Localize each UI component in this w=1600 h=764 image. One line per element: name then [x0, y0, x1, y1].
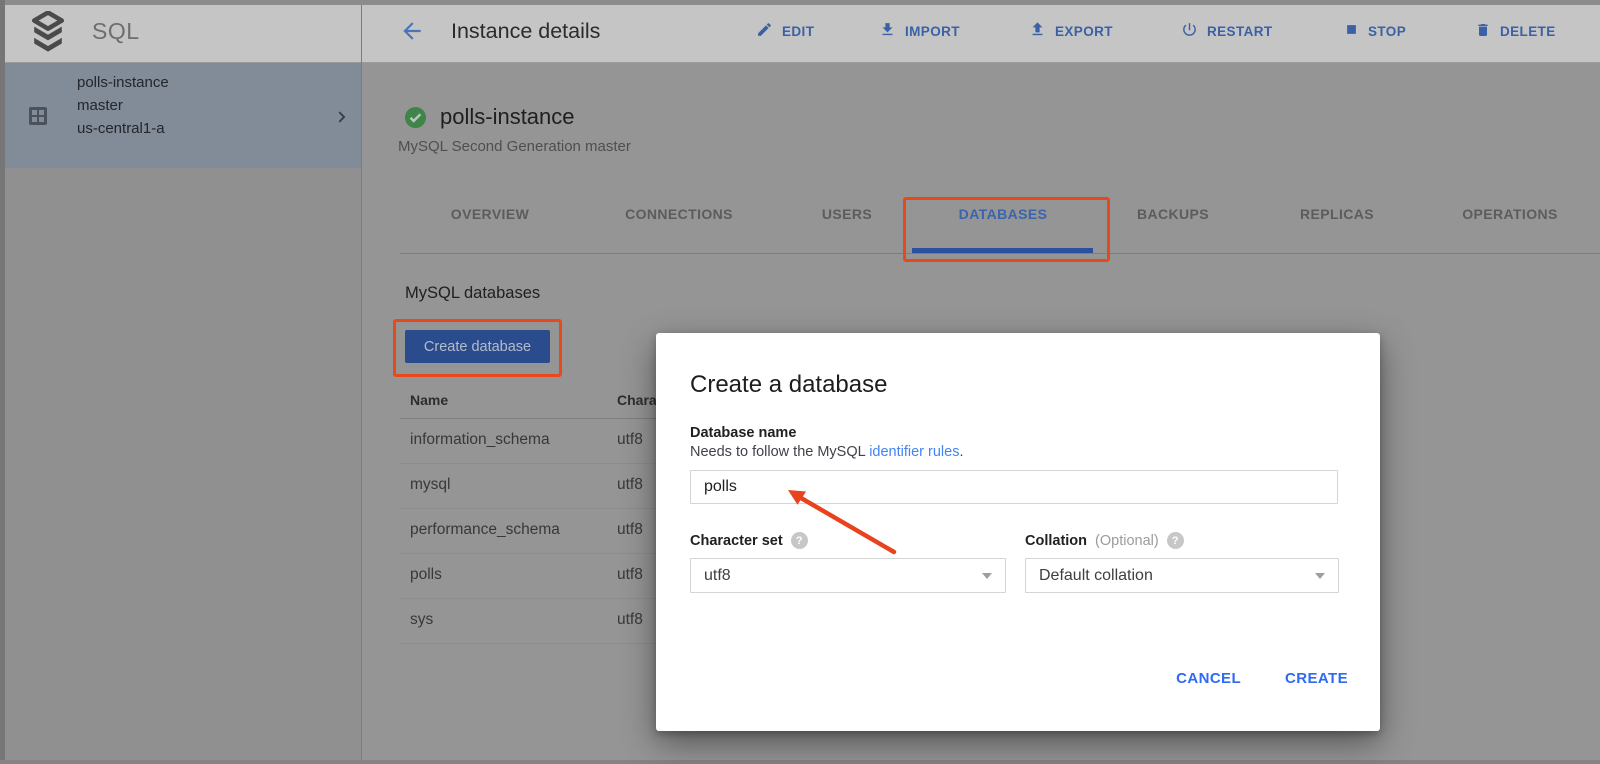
power-icon — [1181, 21, 1198, 41]
instance-labels: polls-instance master us-central1-a — [77, 71, 169, 140]
download-tray-icon — [879, 21, 896, 41]
sidebar-divider — [361, 0, 362, 764]
create-database-dialog: Create a database Database name Needs to… — [656, 333, 1380, 731]
annotation-box-databases-tab — [903, 197, 1110, 262]
table-row[interactable]: performance_schema utf8 — [400, 509, 700, 554]
table-row[interactable]: mysql utf8 — [400, 464, 700, 509]
instance-grid-icon — [28, 106, 48, 131]
help-circle-icon[interactable]: ? — [791, 532, 808, 549]
delete-button-label: DELETE — [1500, 24, 1556, 39]
collation-value: Default collation — [1039, 567, 1315, 585]
db-name-cell: polls — [410, 566, 442, 584]
export-button[interactable]: EXPORT — [1029, 0, 1113, 62]
sidebar: polls-instance master us-central1-a — [0, 63, 361, 764]
instance-title: polls-instance — [440, 104, 575, 130]
create-button[interactable]: CREATE — [1285, 670, 1348, 687]
charset-label-text: Character set — [690, 533, 783, 549]
arrow-back-icon — [399, 32, 425, 47]
edit-button[interactable]: EDIT — [756, 0, 814, 62]
stop-square-icon — [1344, 22, 1359, 40]
collation-dropdown[interactable]: Default collation — [1025, 558, 1339, 593]
charset-dropdown[interactable]: utf8 — [690, 558, 1006, 593]
section-heading: MySQL databases — [405, 284, 540, 303]
export-button-label: EXPORT — [1055, 24, 1113, 39]
app-header: SQL Instance details EDIT IMPORT — [0, 0, 1600, 63]
db-charset-cell: utf8 — [617, 431, 643, 449]
db-charset-cell: utf8 — [617, 521, 643, 539]
help-circle-icon[interactable]: ? — [1167, 532, 1184, 549]
dialog-buttons: CANCEL CREATE — [1176, 670, 1348, 687]
restart-button[interactable]: RESTART — [1181, 0, 1273, 62]
screen: SQL Instance details EDIT IMPORT — [0, 0, 1600, 764]
tab-connections[interactable]: CONNECTIONS — [625, 206, 733, 222]
screenshot-bottom-edge — [0, 760, 1600, 764]
charset-label: Character set ? — [690, 532, 808, 549]
stop-button-label: STOP — [1368, 24, 1406, 39]
db-name-cell: performance_schema — [410, 521, 560, 539]
annotation-box-create-database — [393, 319, 562, 377]
chevron-down-icon — [1315, 573, 1325, 579]
tab-users[interactable]: USERS — [822, 206, 872, 222]
db-charset-cell: utf8 — [617, 611, 643, 629]
collation-optional-note: (Optional) — [1095, 533, 1159, 549]
table-row[interactable]: sys utf8 — [400, 599, 700, 644]
import-button-label: IMPORT — [905, 24, 960, 39]
upload-tray-icon — [1029, 21, 1046, 41]
delete-button[interactable]: DELETE — [1475, 0, 1556, 62]
instance-role: master — [77, 94, 169, 117]
instance-name: polls-instance — [77, 71, 169, 94]
table-row[interactable]: information_schema utf8 — [400, 419, 700, 464]
collation-label: Collation (Optional) ? — [1025, 532, 1184, 549]
stop-button[interactable]: STOP — [1344, 0, 1406, 62]
db-name-cell: sys — [410, 611, 433, 629]
database-name-hint: Needs to follow the MySQL identifier rul… — [690, 444, 963, 460]
tab-operations[interactable]: OPERATIONS — [1462, 206, 1558, 222]
identifier-rules-link[interactable]: identifier rules — [869, 444, 959, 460]
product-name: SQL — [92, 0, 140, 62]
tab-overview[interactable]: OVERVIEW — [451, 206, 529, 222]
hint-period: . — [959, 444, 963, 460]
charset-value: utf8 — [704, 567, 982, 585]
import-button[interactable]: IMPORT — [879, 0, 960, 62]
db-name-cell: information_schema — [410, 431, 550, 449]
screenshot-top-edge — [0, 0, 1600, 5]
chevron-right-icon — [331, 104, 353, 135]
tab-backups[interactable]: BACKUPS — [1137, 206, 1209, 222]
dialog-title: Create a database — [690, 371, 887, 399]
database-name-input[interactable] — [690, 470, 1338, 504]
check-circle-icon — [404, 106, 427, 134]
back-button[interactable] — [398, 18, 426, 46]
hint-text: Needs to follow the MySQL — [690, 444, 869, 460]
screenshot-left-edge — [0, 0, 5, 764]
page-title: Instance details — [451, 0, 600, 62]
chevron-down-icon — [982, 573, 992, 579]
db-name-cell: mysql — [410, 476, 450, 494]
restart-button-label: RESTART — [1207, 24, 1273, 39]
tab-replicas[interactable]: REPLICAS — [1300, 206, 1374, 222]
database-name-label: Database name — [690, 425, 796, 441]
db-charset-cell: utf8 — [617, 476, 643, 494]
trash-icon — [1475, 22, 1491, 41]
cloud-sql-stack-icon — [30, 11, 66, 58]
edit-button-label: EDIT — [782, 24, 814, 39]
pencil-icon — [756, 21, 773, 41]
column-header-name: Name — [410, 392, 448, 408]
db-charset-cell: utf8 — [617, 566, 643, 584]
cancel-button[interactable]: CANCEL — [1176, 670, 1241, 687]
instance-zone: us-central1-a — [77, 117, 169, 140]
instance-subtitle: MySQL Second Generation master — [398, 138, 631, 155]
table-row[interactable]: polls utf8 — [400, 554, 700, 599]
collation-label-text: Collation — [1025, 533, 1087, 549]
sidebar-instance-item[interactable]: polls-instance master us-central1-a — [0, 63, 361, 168]
table-header-row: Name Character set — [400, 385, 700, 419]
databases-table: Name Character set information_schema ut… — [400, 385, 700, 644]
